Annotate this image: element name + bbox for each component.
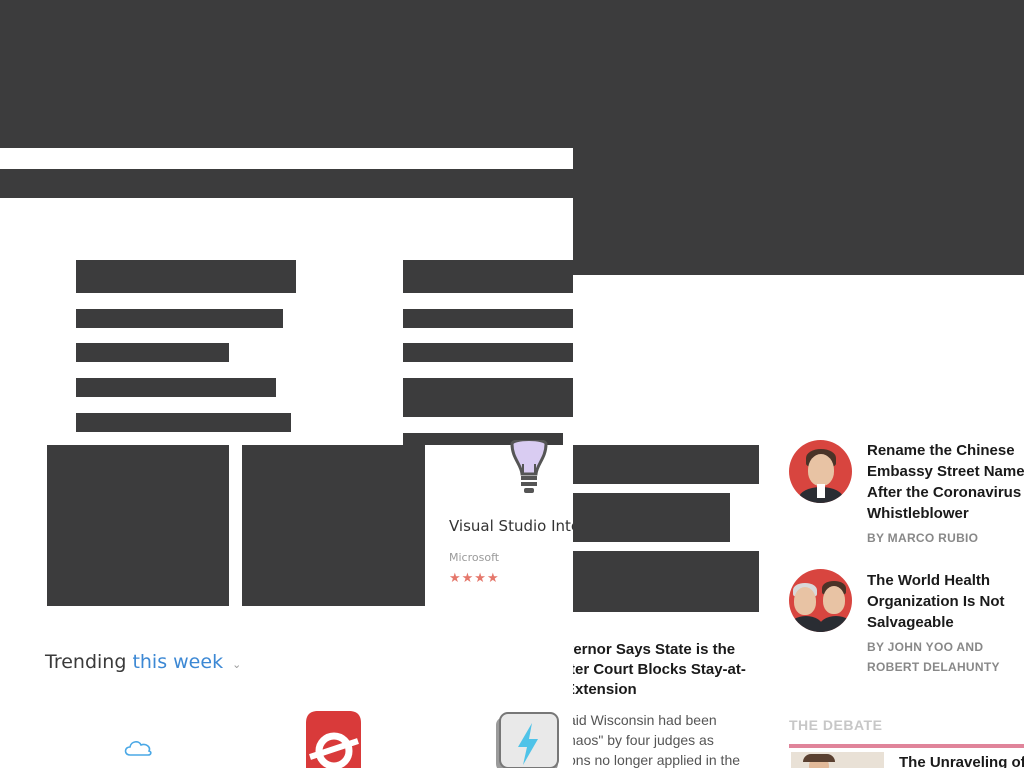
redacted-block [573, 493, 730, 542]
section-label: THE DEBATE [789, 717, 883, 733]
main-story-headline[interactable]: vernor Says State is the fter Court Bloc… [573, 640, 751, 700]
app-store-window: Visual Studio Inte Microsoft ★★★★ Trendi… [0, 0, 573, 768]
redacted-block [573, 551, 759, 612]
section-divider [789, 744, 1024, 748]
app-tile-redacted[interactable] [47, 445, 229, 606]
article-title[interactable]: The World Health Organization Is Not Sal… [867, 570, 1024, 633]
debate-thumbnail[interactable] [791, 752, 884, 768]
article-byline[interactable]: BY MARCO RUBIO [867, 528, 1024, 548]
avatar[interactable] [789, 440, 852, 503]
redacted-header [0, 0, 573, 148]
redacted-menu-item[interactable] [76, 378, 276, 397]
redacted-menu-item[interactable] [76, 260, 296, 293]
redacted-menu-item[interactable] [76, 413, 291, 432]
avatar[interactable] [789, 569, 852, 632]
redacted-menu-item[interactable] [403, 309, 573, 328]
redacted-menu-item[interactable] [76, 309, 283, 328]
trending-label: Trending [45, 651, 127, 673]
lightning-battery-icon[interactable] [494, 711, 564, 768]
rating-stars: ★★★★ [449, 570, 500, 585]
redacted-menu-item[interactable] [76, 343, 229, 362]
debate-title[interactable]: The Unraveling of [899, 754, 1024, 768]
chevron-down-icon[interactable]: ⌄ [232, 658, 241, 671]
app-publisher: Microsoft [449, 551, 500, 564]
cloud-icon[interactable] [122, 736, 154, 758]
news-window: vernor Says State is the fter Court Bloc… [573, 0, 1024, 768]
lightbulb-icon[interactable] [503, 438, 555, 496]
app-tile-redacted[interactable] [242, 445, 425, 606]
main-story-snippet: aid Wisconsin had been haos" by four jud… [573, 712, 741, 768]
redacted-menu-item[interactable] [403, 343, 573, 362]
redacted-block [573, 445, 759, 484]
redacted-menu-item[interactable] [403, 260, 573, 293]
app-title[interactable]: Visual Studio Inte [449, 517, 573, 535]
red-app-icon[interactable] [306, 711, 361, 768]
redacted-nav-bar [0, 169, 573, 198]
redacted-header [573, 0, 1024, 275]
article-byline[interactable]: BY JOHN YOO AND ROBERT DELAHUNTY [867, 637, 1024, 677]
trending-heading: Trending this week ⌄ [45, 651, 241, 673]
article-title[interactable]: Rename the Chinese Embassy Street Name A… [867, 440, 1024, 524]
redacted-menu-item[interactable] [403, 378, 573, 417]
period-dropdown[interactable]: this week [132, 651, 223, 673]
